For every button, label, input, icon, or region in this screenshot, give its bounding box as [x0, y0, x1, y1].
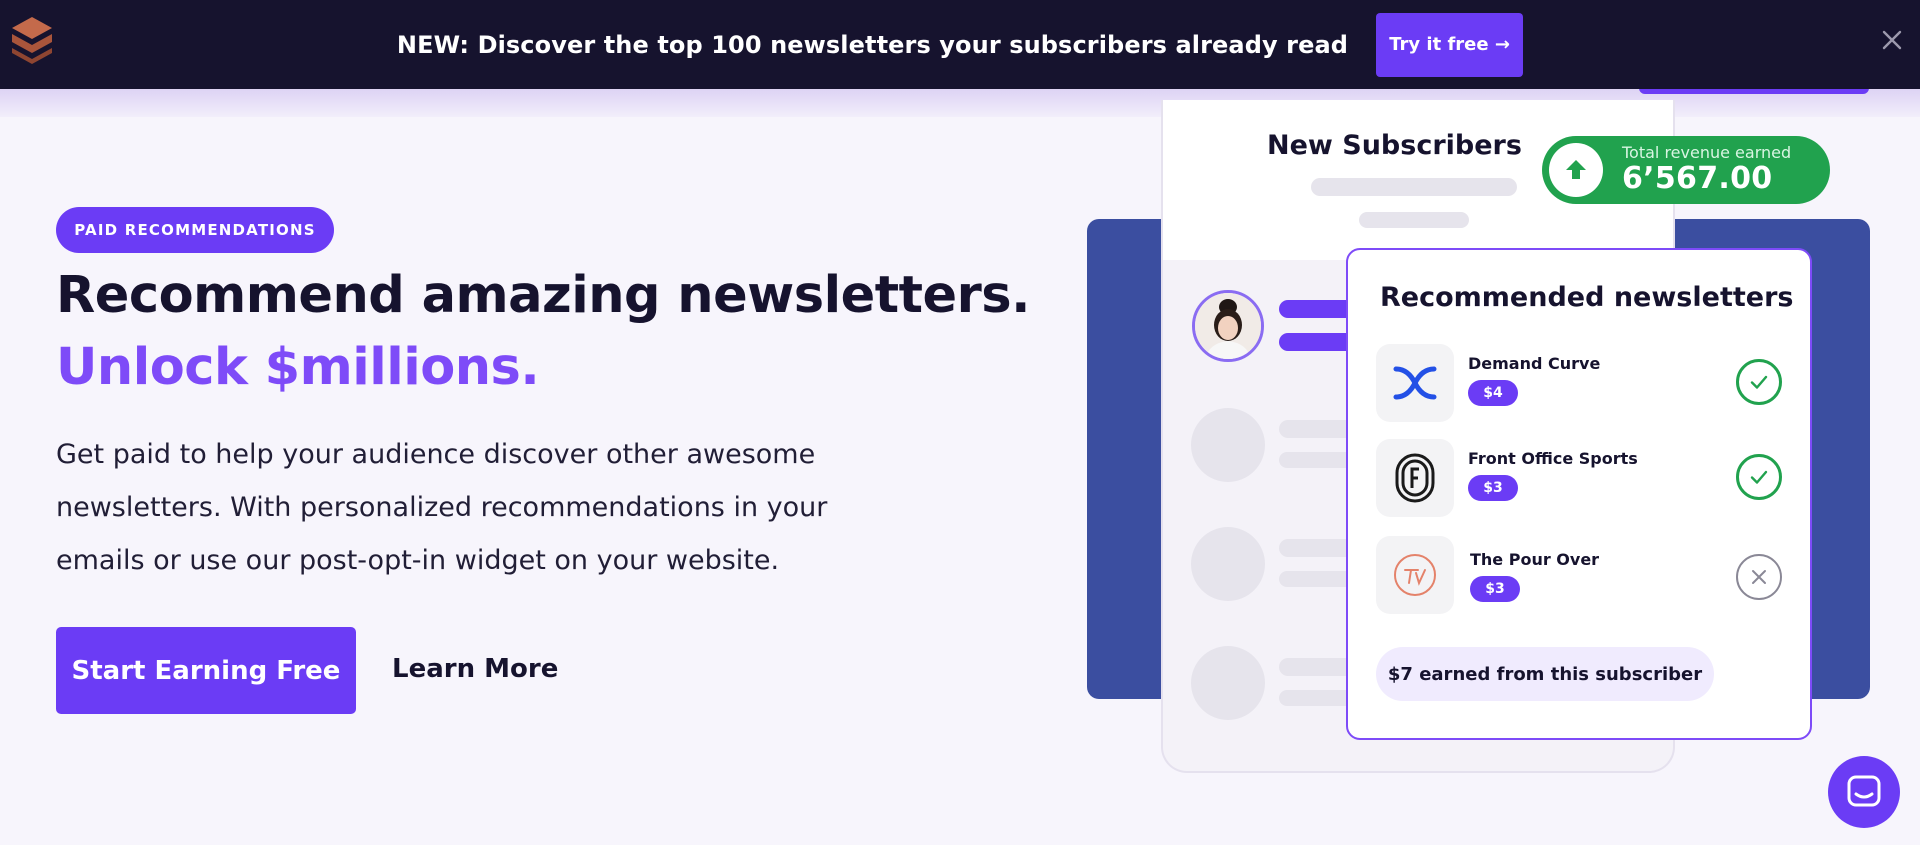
placeholder-avatar [1191, 408, 1265, 482]
paid-recommendations-badge: PAID RECOMMENDATIONS [56, 207, 334, 253]
recommended-newsletters-card: Recommended newsletters Demand Curve $4 … [1346, 248, 1812, 740]
rec-card-title: Recommended newsletters [1380, 282, 1794, 313]
total-revenue-pill: Total revenue earned 6’567.00 [1542, 136, 1830, 204]
announcement-banner: NEW: Discover the top 100 newsletters yo… [0, 0, 1920, 89]
demand-curve-logo-icon [1376, 344, 1454, 422]
front-office-sports-logo-icon [1376, 439, 1454, 517]
close-icon[interactable] [1736, 554, 1782, 600]
the-pour-over-logo-icon [1376, 536, 1454, 614]
banner-message: NEW: Discover the top 100 newsletters yo… [396, 30, 1349, 59]
hero-headline: Recommend amazing newsletters. [56, 266, 1030, 325]
earned-summary: $7 earned from this subscriber [1376, 647, 1714, 701]
price-badge: $4 [1468, 380, 1518, 406]
placeholder-bar [1359, 212, 1469, 228]
beehiiv-logo-icon[interactable] [10, 15, 54, 65]
learn-more-link[interactable]: Learn More [392, 647, 558, 691]
close-icon[interactable] [1878, 26, 1906, 54]
check-icon[interactable] [1736, 359, 1782, 405]
hero-description: Get paid to help your audience discover … [56, 439, 828, 576]
chat-icon[interactable] [1828, 756, 1900, 828]
hero-headline-accent: Unlock $millions. [56, 338, 540, 397]
start-earning-free-button[interactable]: Start Earning Free [56, 627, 356, 714]
price-badge: $3 [1470, 576, 1520, 602]
try-it-free-button[interactable]: Try it free → [1376, 12, 1524, 77]
list-item: The Pour Over $3 [1376, 536, 1786, 614]
subscriber-avatar [1192, 290, 1264, 362]
arrow-up-icon [1549, 143, 1603, 197]
list-item: Front Office Sports $3 [1376, 439, 1786, 517]
placeholder-bar [1311, 178, 1517, 196]
price-badge: $3 [1468, 475, 1518, 501]
revenue-label: Total revenue earned [1622, 143, 1792, 162]
newsletter-name: Demand Curve [1468, 354, 1601, 373]
placeholder-avatar [1191, 646, 1265, 720]
newsletter-name: The Pour Over [1470, 550, 1600, 569]
check-icon[interactable] [1736, 454, 1782, 500]
revenue-value: 6’567.00 [1622, 161, 1773, 196]
newsletter-name: Front Office Sports [1468, 449, 1638, 468]
list-item: Demand Curve $4 [1376, 344, 1786, 422]
placeholder-avatar [1191, 527, 1265, 601]
